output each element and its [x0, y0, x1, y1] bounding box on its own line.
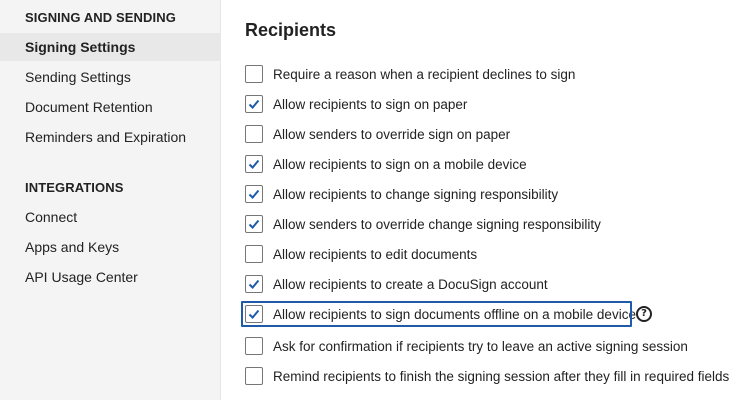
option-row[interactable]: Allow recipients to sign on paper [245, 94, 467, 114]
option-checkbox[interactable] [245, 95, 263, 113]
option-checkbox[interactable] [245, 337, 263, 355]
section-heading-integrations: INTEGRATIONS [25, 180, 124, 195]
option-label: Require a reason when a recipient declin… [273, 66, 576, 82]
option-label: Allow recipients to edit documents [273, 246, 478, 262]
option-label: Allow senders to override sign on paper [273, 126, 511, 142]
option-checkbox[interactable] [245, 65, 263, 83]
checkmark-icon [248, 159, 260, 169]
sidebar-item-apps-and-keys[interactable]: Apps and Keys [0, 233, 221, 261]
page-title: Recipients [245, 20, 337, 40]
option-row[interactable]: Allow senders to override sign on paper [245, 124, 510, 144]
option-row[interactable]: Allow recipients to sign on a mobile dev… [245, 154, 527, 174]
option-label: Allow recipients to change signing respo… [273, 186, 559, 202]
option-label: Allow recipients to sign on paper [273, 96, 468, 112]
option-label: Allow recipients to create a DocuSign ac… [273, 276, 548, 292]
option-row[interactable]: Allow senders to override change signing… [245, 214, 601, 234]
settings-sidebar: SIGNING AND SENDING Signing Settings Sen… [0, 0, 221, 400]
sidebar-item-document-retention[interactable]: Document Retention [0, 93, 221, 121]
option-checkbox[interactable] [245, 155, 263, 173]
help-circle-icon[interactable]: ? [636, 306, 652, 322]
option-row[interactable]: Require a reason when a recipient declin… [245, 64, 575, 84]
checkmark-icon [248, 219, 260, 229]
recipients-settings-panel: Recipients Require a reason when a recip… [221, 0, 750, 400]
checkmark-icon [248, 189, 260, 199]
option-row[interactable]: Allow recipients to edit documents [245, 244, 477, 264]
option-row[interactable]: Allow recipients to change signing respo… [245, 184, 558, 204]
checkmark-icon [248, 309, 260, 319]
option-label: Ask for confirmation if recipients try t… [273, 338, 688, 354]
option-row[interactable]: Allow recipients to create a DocuSign ac… [245, 274, 548, 294]
option-label: Allow senders to override change signing… [273, 216, 601, 232]
option-label: Remind recipients to finish the signing … [273, 368, 730, 384]
option-checkbox[interactable] [245, 125, 263, 143]
option-row[interactable]: Allow recipients to sign documents offli… [245, 304, 636, 324]
option-checkbox[interactable] [245, 305, 263, 323]
sidebar-item-api-usage-center[interactable]: API Usage Center [0, 263, 221, 291]
sidebar-item-reminders-and-expiration[interactable]: Reminders and Expiration [0, 123, 221, 151]
sidebar-item-connect[interactable]: Connect [0, 203, 221, 231]
section-heading-signing-and-sending: SIGNING AND SENDING [25, 10, 176, 25]
option-label: Allow recipients to sign documents offli… [273, 306, 636, 322]
sidebar-item-sending-settings[interactable]: Sending Settings [0, 63, 221, 91]
option-row[interactable]: Remind recipients to finish the signing … [245, 366, 729, 386]
option-row[interactable]: Ask for confirmation if recipients try t… [245, 336, 688, 356]
option-checkbox[interactable] [245, 245, 263, 263]
option-checkbox[interactable] [245, 215, 263, 233]
checkmark-icon [248, 279, 260, 289]
option-label: Allow recipients to sign on a mobile dev… [273, 156, 527, 172]
sidebar-item-signing-settings[interactable]: Signing Settings [0, 33, 221, 61]
option-checkbox[interactable] [245, 185, 263, 203]
checkmark-icon [248, 99, 260, 109]
option-checkbox[interactable] [245, 275, 263, 293]
option-checkbox[interactable] [245, 367, 263, 385]
